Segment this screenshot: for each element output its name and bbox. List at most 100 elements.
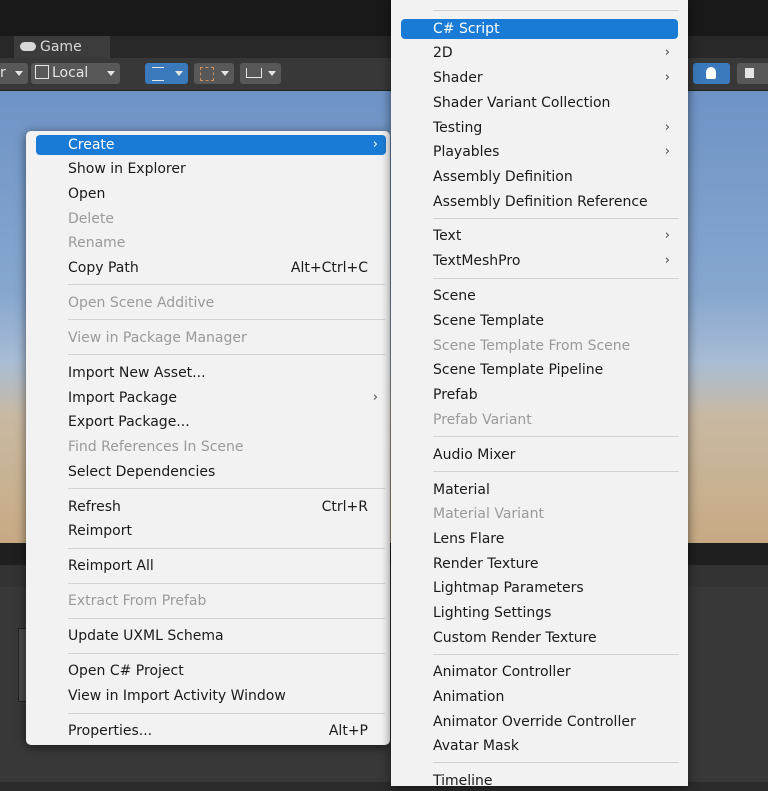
menu-item-label: 2D xyxy=(433,45,453,61)
menu-item-text[interactable]: Text › xyxy=(401,226,678,246)
menu-item-shortcut: Alt+P xyxy=(328,723,368,739)
grid-snap-icon xyxy=(152,67,164,81)
menu-item-label: Render Texture xyxy=(433,556,539,572)
menu-item-open-scene-additive: Open Scene Additive xyxy=(36,293,386,313)
menu-item-properties[interactable]: Properties... Alt+P xyxy=(36,721,386,741)
menu-item-avatar-mask[interactable]: Avatar Mask xyxy=(401,736,678,756)
menu-item-scene-template-pipeline[interactable]: Scene Template Pipeline xyxy=(401,360,678,380)
menu-item-label: Animator Override Controller xyxy=(433,714,636,730)
menu-item-label: Export Package... xyxy=(68,414,190,430)
menu-item-delete: Delete xyxy=(36,209,386,229)
menu-item-shortcut: Ctrl+R xyxy=(321,499,368,515)
menu-item-select-dependencies[interactable]: Select Dependencies xyxy=(36,462,386,482)
menu-item-prefab[interactable]: Prefab xyxy=(401,385,678,405)
menu-separator xyxy=(433,654,679,655)
menu-item-extract-from-prefab: Extract From Prefab xyxy=(36,591,386,611)
menu-item-lens-flare[interactable]: Lens Flare xyxy=(401,529,678,549)
grid-visibility-dropdown[interactable] xyxy=(240,63,281,84)
tab-game[interactable]: Game xyxy=(14,36,110,58)
menu-item-label: Create xyxy=(68,137,115,153)
menu-item-label: Text xyxy=(433,228,462,244)
menu-item-label: Scene xyxy=(433,288,476,304)
menu-item-label: Material xyxy=(433,482,490,498)
menu-item-shader[interactable]: Shader › xyxy=(401,68,678,88)
menu-separator xyxy=(68,653,385,654)
menu-item-export-package[interactable]: Export Package... xyxy=(36,412,386,432)
menu-item-textmeshpro[interactable]: TextMeshPro › xyxy=(401,251,678,271)
menu-item-shader-variant-collection[interactable]: Shader Variant Collection xyxy=(401,93,678,113)
chevron-right-icon: › xyxy=(664,228,670,243)
menu-item-label: Prefab xyxy=(433,387,478,403)
lighting-toggle[interactable] xyxy=(693,63,730,84)
menu-item-import-new-asset[interactable]: Import New Asset... xyxy=(36,363,386,383)
menu-item-label: C# Script xyxy=(433,21,500,37)
menu-item-view-import-activity[interactable]: View in Import Activity Window xyxy=(36,686,386,706)
menu-item-csharp-script[interactable]: C# Script xyxy=(401,19,678,39)
snap-increment-dropdown[interactable] xyxy=(194,63,234,84)
pivot-dropdown[interactable]: r xyxy=(0,63,28,84)
menu-item-create[interactable]: Create › xyxy=(36,135,386,155)
menu-item-open-csharp-project[interactable]: Open C# Project xyxy=(36,661,386,681)
menu-item-label: View in Package Manager xyxy=(68,330,247,346)
chevron-right-icon: › xyxy=(664,144,670,159)
menu-item-scene-template[interactable]: Scene Template xyxy=(401,311,678,331)
grid-snap-toggle[interactable] xyxy=(145,63,188,84)
menu-item-animation[interactable]: Animation xyxy=(401,687,678,707)
space-dropdown[interactable]: Local xyxy=(31,63,120,84)
menu-item-animator-controller[interactable]: Animator Controller xyxy=(401,662,678,682)
gamepad-icon xyxy=(20,41,36,51)
menu-item-assembly-definition[interactable]: Assembly Definition xyxy=(401,167,678,187)
chevron-down-icon xyxy=(175,71,183,76)
menu-item-refresh[interactable]: Refresh Ctrl+R xyxy=(36,497,386,517)
menu-item-label: Show in Explorer xyxy=(68,161,186,177)
lightbulb-icon xyxy=(706,67,716,79)
menu-item-scene-template-from-scene: Scene Template From Scene xyxy=(401,336,678,356)
menu-item-lightmap-parameters[interactable]: Lightmap Parameters xyxy=(401,578,678,598)
menu-item-update-uxml-schema[interactable]: Update UXML Schema xyxy=(36,626,386,646)
menu-item-label: Lens Flare xyxy=(433,531,505,547)
menu-item-scene[interactable]: Scene xyxy=(401,286,678,306)
menu-item-timeline[interactable]: Timeline xyxy=(401,771,678,791)
audio-toggle[interactable] xyxy=(737,63,768,84)
menu-item-label: Timeline xyxy=(433,773,493,789)
menu-item-label: Assembly Definition xyxy=(433,169,573,185)
menu-item-label: Delete xyxy=(68,211,114,227)
menu-item-assembly-definition-reference[interactable]: Assembly Definition Reference xyxy=(401,192,678,212)
menu-item-label: Refresh xyxy=(68,499,121,515)
menu-item-open[interactable]: Open xyxy=(36,184,386,204)
menu-item-rename: Rename xyxy=(36,233,386,253)
menu-item-2d[interactable]: 2D › xyxy=(401,43,678,63)
grid-icon xyxy=(200,67,214,81)
menu-item-label: Rename xyxy=(68,235,126,251)
menu-item-label: Lightmap Parameters xyxy=(433,580,584,596)
speaker-mute-icon xyxy=(745,68,754,78)
menu-item-reimport[interactable]: Reimport xyxy=(36,521,386,541)
chevron-down-icon xyxy=(107,71,115,76)
menu-item-render-texture[interactable]: Render Texture xyxy=(401,554,678,574)
menu-item-import-package[interactable]: Import Package › xyxy=(36,388,386,408)
menu-item-copy-path[interactable]: Copy Path Alt+Ctrl+C xyxy=(36,258,386,278)
chevron-right-icon: › xyxy=(372,390,378,405)
menu-item-lighting-settings[interactable]: Lighting Settings xyxy=(401,603,678,623)
menu-item-show-in-explorer[interactable]: Show in Explorer xyxy=(36,159,386,179)
menu-item-material[interactable]: Material xyxy=(401,480,678,500)
menu-separator xyxy=(433,471,679,472)
menu-item-label: Extract From Prefab xyxy=(68,593,207,609)
menu-item-label: Prefab Variant xyxy=(433,412,532,428)
menu-item-animator-override-controller[interactable]: Animator Override Controller xyxy=(401,712,678,732)
menu-separator xyxy=(68,488,385,489)
menu-item-view-in-package-manager: View in Package Manager xyxy=(36,328,386,348)
menu-item-playables[interactable]: Playables › xyxy=(401,142,678,162)
menu-separator xyxy=(68,618,385,619)
menu-item-label: Open Scene Additive xyxy=(68,295,215,311)
menu-item-reimport-all[interactable]: Reimport All xyxy=(36,556,386,576)
cube-icon xyxy=(35,65,49,79)
menu-item-label: Scene Template From Scene xyxy=(433,338,631,354)
menu-item-label: Open C# Project xyxy=(68,663,184,679)
menu-item-audio-mixer[interactable]: Audio Mixer xyxy=(401,445,678,465)
pivot-dropdown-label: r xyxy=(0,65,6,81)
menu-item-custom-render-texture[interactable]: Custom Render Texture xyxy=(401,628,678,648)
menu-item-label: Find References In Scene xyxy=(68,439,244,455)
ruler-icon xyxy=(246,68,262,78)
menu-item-testing[interactable]: Testing › xyxy=(401,118,678,138)
